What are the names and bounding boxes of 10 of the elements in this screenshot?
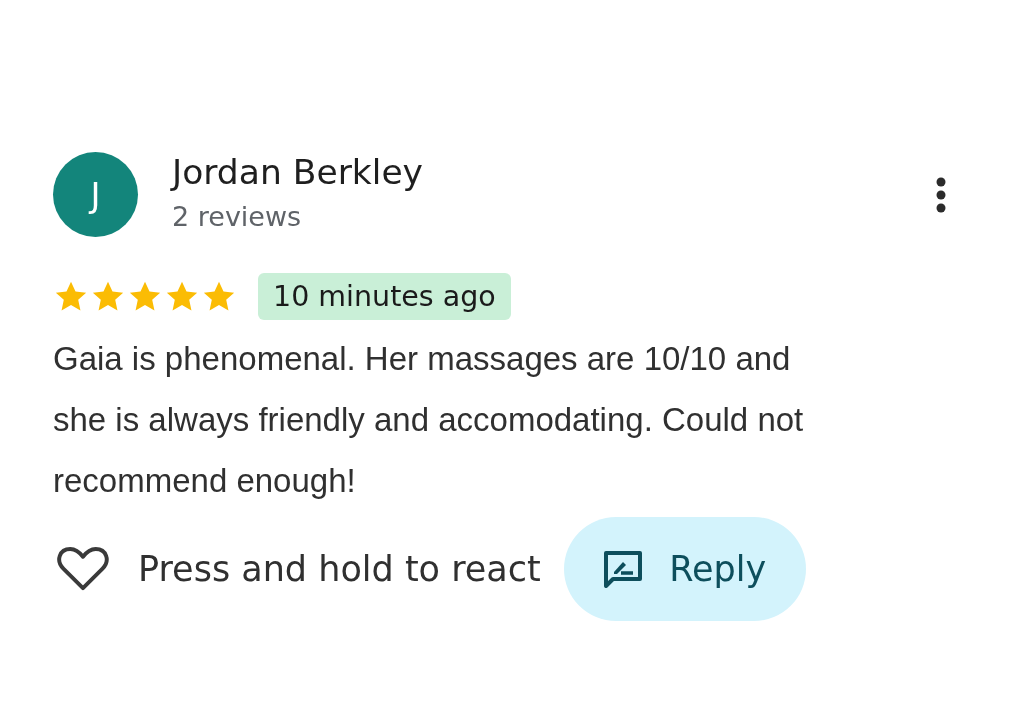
- avatar: J: [53, 152, 138, 237]
- reviewer-name: Jordan Berkley: [172, 152, 424, 192]
- time-badge: 10 minutes ago: [258, 273, 511, 320]
- heart-icon[interactable]: [56, 546, 110, 592]
- reply-button[interactable]: Reply: [563, 517, 806, 621]
- reply-icon: [603, 550, 644, 588]
- more-options-icon[interactable]: [935, 176, 947, 214]
- react-hint: Press and hold to react: [138, 549, 541, 589]
- review-text: Gaia is phenomenal. Her massages are 10/10 and she is always friendly and accomodating. Could not recommend enough!: [53, 339, 805, 501]
- review-count: 2 reviews: [172, 200, 303, 234]
